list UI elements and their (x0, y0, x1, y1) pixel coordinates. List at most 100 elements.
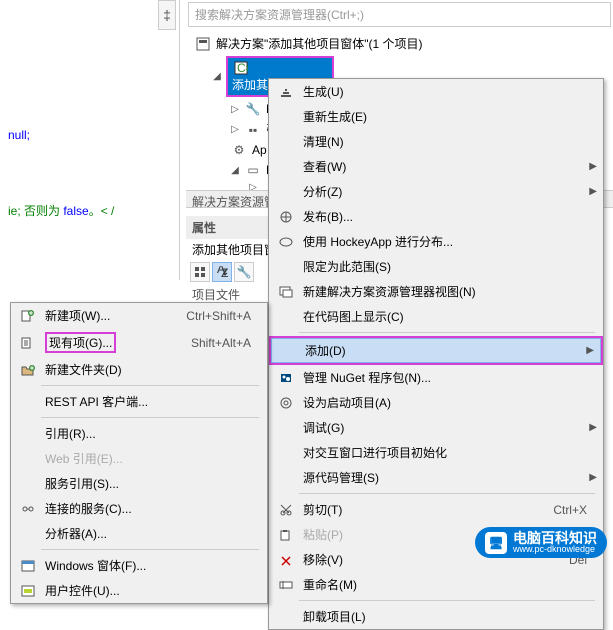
code-editor: ‡ null; ie; 否则为 false。< / (0, 0, 180, 280)
menu-label: 对交互窗口进行项目初始化 (303, 444, 595, 461)
wrench-button[interactable]: 🔧 (234, 262, 254, 282)
menu-label: 新建文件夹(D) (45, 361, 259, 378)
references-icon: ▪▪ (244, 122, 262, 138)
menu-label: 清理(N) (303, 133, 595, 150)
blank-icon (19, 476, 37, 492)
menu-label: 生成(U) (303, 83, 595, 100)
menu-label: 设为启动项目(A) (303, 394, 595, 411)
menu-item: Web 引用(E)... (11, 446, 267, 471)
remove-icon (277, 552, 295, 568)
blank-icon (277, 109, 295, 125)
wrench-icon: 🔧 (244, 101, 262, 117)
menu-label: 引用(R)... (45, 425, 259, 442)
code-false: false (63, 204, 88, 218)
menu-item[interactable]: 添加(D)▶ (271, 338, 601, 363)
menu-item[interactable]: 清理(N) (269, 129, 603, 154)
blank-icon (277, 470, 295, 486)
menu-label: 新建项(W)... (45, 307, 178, 324)
tree-label: Ap (252, 143, 267, 157)
blank-icon (277, 309, 295, 325)
menu-item[interactable]: 用户控件(U)... (11, 578, 267, 603)
window-icon (19, 558, 37, 574)
menu-item[interactable]: 新建文件夹(D) (11, 357, 267, 382)
expand-icon[interactable]: ◢ (212, 72, 222, 82)
chevron-right-icon: ▶ (586, 345, 594, 356)
menu-label: 发布(B)... (303, 208, 595, 225)
publish-icon (277, 209, 295, 225)
menu-item[interactable]: 卸载项目(L) (269, 604, 603, 629)
watermark: 🖥 电脑百科知识 www.pc-dknowledge (475, 527, 607, 558)
menu-label: 分析器(A)... (45, 525, 259, 542)
menu-label: 查看(W) (303, 158, 595, 175)
menu-item[interactable]: Windows 窗体(F)... (11, 553, 267, 578)
cut-icon (277, 502, 295, 518)
menu-item[interactable]: 服务引用(S)... (11, 471, 267, 496)
menu-item[interactable]: 设为启动项目(A) (269, 390, 603, 415)
watermark-cn: 电脑百科知识 (513, 531, 597, 545)
menu-item[interactable]: 新建解决方案资源管理器视图(N) (269, 279, 603, 304)
build-icon (277, 84, 295, 100)
menu-label: Windows 窗体(F)... (45, 557, 259, 574)
menu-label: REST API 客户端... (45, 393, 259, 410)
alphabetical-button[interactable]: AZ (212, 262, 232, 282)
menu-item[interactable]: REST API 客户端... (11, 389, 267, 414)
blank-icon (277, 259, 295, 275)
form-icon: ▭ (244, 162, 262, 178)
expand-icon[interactable]: ▷ (230, 125, 240, 135)
csharp-project-icon: C# (232, 60, 250, 76)
menu-label: 新建解决方案资源管理器视图(N) (303, 283, 595, 300)
menu-label: 限定为此范围(S) (303, 258, 595, 275)
menu-item[interactable]: 连接的服务(C)... (11, 496, 267, 521)
blank-icon (19, 394, 37, 410)
expand-icon[interactable]: ◢ (230, 165, 240, 175)
user-control-icon (19, 583, 37, 599)
menu-label: 重命名(M) (303, 576, 595, 593)
menu-item[interactable]: 重新生成(E) (269, 104, 603, 129)
menu-item[interactable]: 查看(W)▶ (269, 154, 603, 179)
menu-item[interactable]: 限定为此范围(S) (269, 254, 603, 279)
menu-label: 现有项(G)... (49, 336, 112, 350)
blank-icon (277, 159, 295, 175)
menu-shortcut: Ctrl+X (553, 503, 595, 517)
chevron-right-icon: ▶ (589, 186, 597, 197)
config-icon: ⚙ (230, 142, 248, 158)
menu-item[interactable]: 剪切(T)Ctrl+X (269, 497, 603, 522)
connected-service-icon (19, 501, 37, 517)
hockeyapp-icon (277, 234, 295, 250)
expand-icon[interactable]: ▷ (230, 104, 240, 114)
menu-label: 连接的服务(C)... (45, 500, 259, 517)
menu-item[interactable]: 现有项(G)...Shift+Alt+A (11, 328, 267, 357)
blank-icon (279, 343, 297, 359)
blank-icon (277, 134, 295, 150)
nuget-icon (277, 370, 295, 386)
menu-item[interactable]: 对交互窗口进行项目初始化 (269, 440, 603, 465)
chevron-right-icon: ▶ (589, 161, 597, 172)
categorized-button[interactable] (190, 262, 210, 282)
menu-item[interactable]: 重命名(M) (269, 572, 603, 597)
menu-label: 服务引用(S)... (45, 475, 259, 492)
existing-item-icon (19, 335, 37, 351)
menu-item[interactable]: 使用 HockeyApp 进行分布... (269, 229, 603, 254)
blank-icon (277, 420, 295, 436)
rename-icon (277, 577, 295, 593)
code-gutter: ‡ (158, 0, 176, 30)
solution-icon (194, 36, 212, 52)
menu-item[interactable]: 在代码图上显示(C) (269, 304, 603, 329)
menu-label: 卸载项目(L) (303, 608, 595, 625)
blank-icon (277, 445, 295, 461)
menu-item[interactable]: 引用(R)... (11, 421, 267, 446)
solution-node[interactable]: 解决方案"添加其他项目窗体"(1 个项目) (194, 33, 605, 54)
menu-item[interactable]: 源代码管理(S)▶ (269, 465, 603, 490)
menu-label: 在代码图上显示(C) (303, 308, 595, 325)
solution-label: 解决方案"添加其他项目窗体"(1 个项目) (216, 35, 423, 52)
menu-item[interactable]: 分析器(A)... (11, 521, 267, 546)
search-input[interactable]: 搜索解决方案资源管理器(Ctrl+;) (188, 2, 611, 27)
menu-item[interactable]: 生成(U) (269, 79, 603, 104)
menu-item[interactable]: 新建项(W)... Ctrl+Shift+A (11, 303, 267, 328)
chevron-right-icon: ▶ (589, 472, 597, 483)
menu-item[interactable]: 管理 NuGet 程序包(N)... (269, 365, 603, 390)
menu-shortcut: Ctrl+Shift+A (186, 309, 259, 323)
menu-item[interactable]: 调试(G)▶ (269, 415, 603, 440)
menu-item[interactable]: 分析(Z)▶ (269, 179, 603, 204)
menu-item[interactable]: 发布(B)... (269, 204, 603, 229)
